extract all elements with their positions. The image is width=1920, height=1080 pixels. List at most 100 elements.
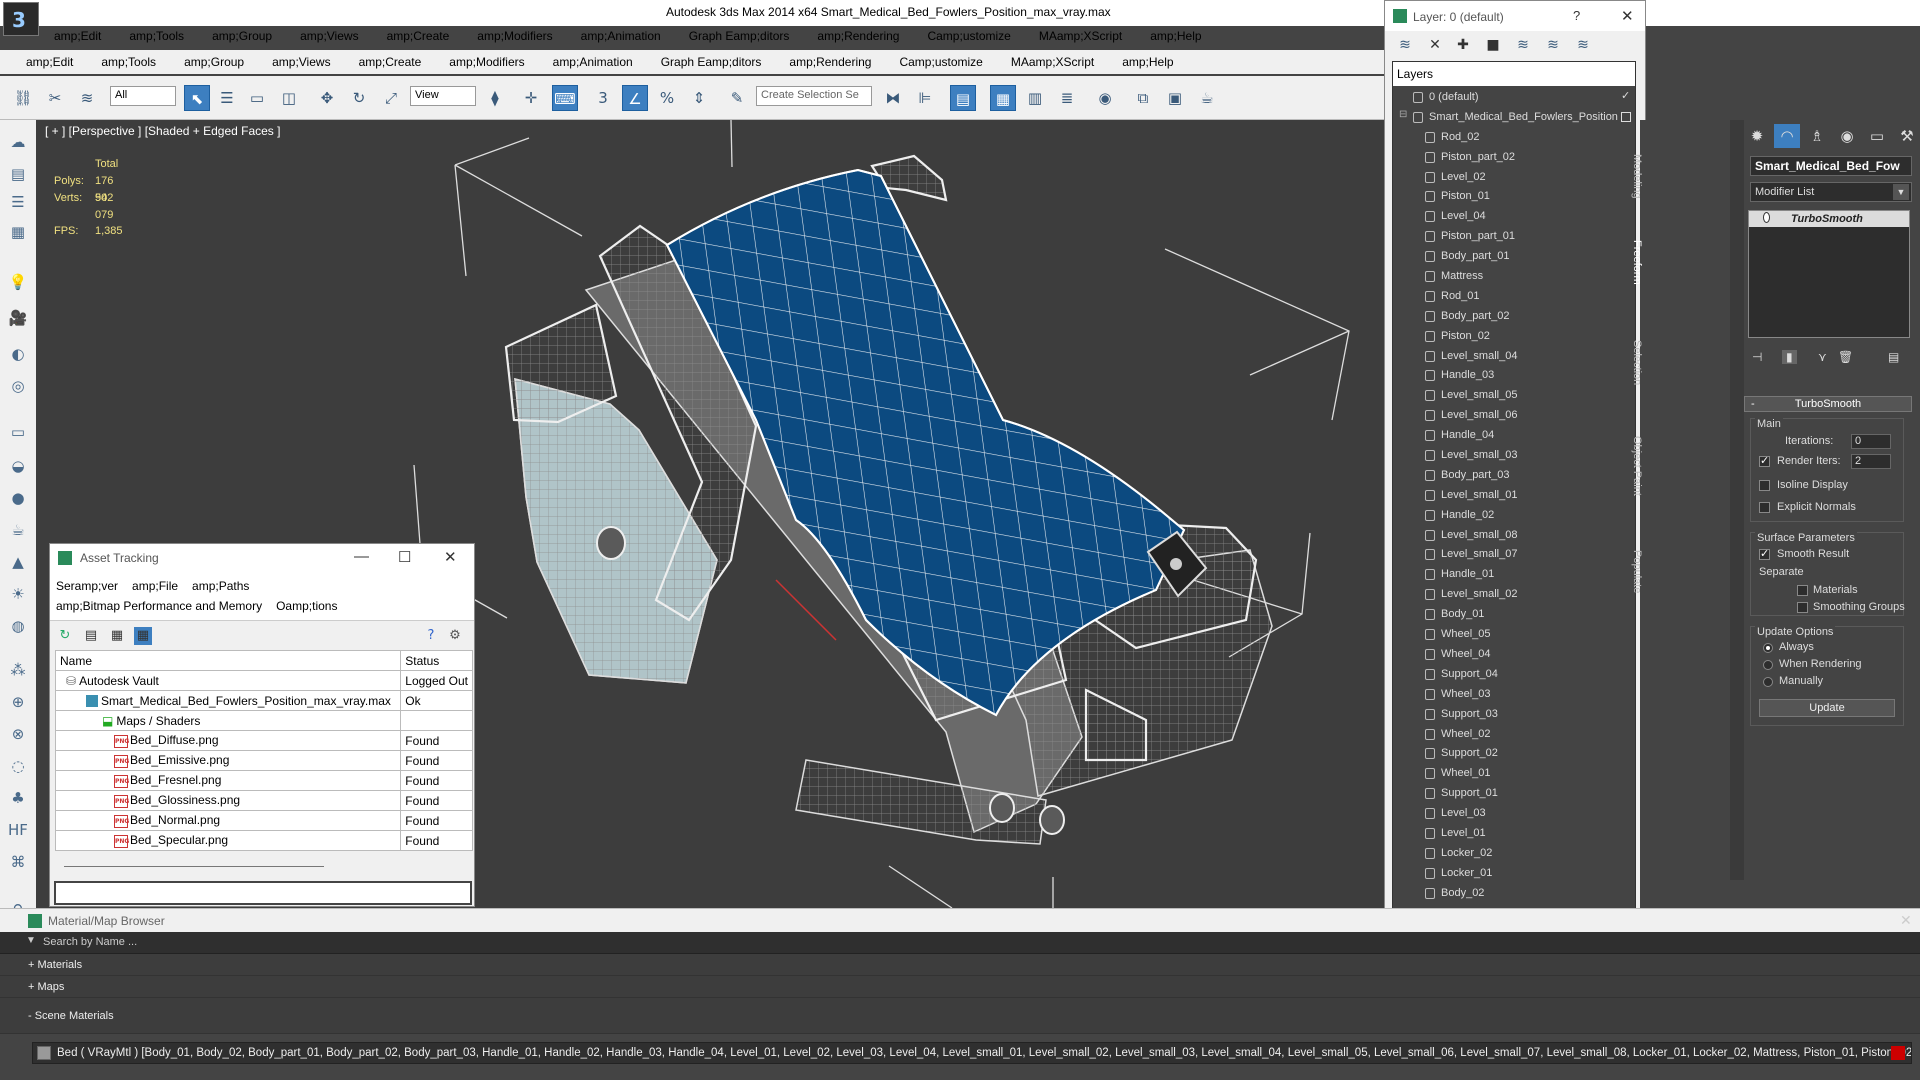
list-icon[interactable]: ☰ xyxy=(5,190,31,214)
percent-snap-icon[interactable]: % xyxy=(654,85,680,111)
asset-menu-item[interactable]: amp;File xyxy=(132,579,178,593)
keyboard-shortcut-override-icon[interactable]: ⌨ xyxy=(552,85,578,111)
configure-sets-icon[interactable]: ▤ xyxy=(1888,350,1899,364)
table-view-icon[interactable]: ▦ xyxy=(134,627,152,645)
layer-object-item[interactable]: Level_small_08 xyxy=(1393,526,1635,546)
teapot-icon[interactable]: ☕ xyxy=(5,518,31,542)
modifier-list-dropdown[interactable]: Modifier List ▼ xyxy=(1750,182,1912,202)
menu-item-4[interactable]: amp;Create xyxy=(373,29,464,43)
layer-object-item[interactable]: Body_part_01 xyxy=(1393,247,1635,267)
layer-object-item[interactable]: Wheel_04 xyxy=(1393,645,1635,665)
hierarchy-tab-icon[interactable]: ♗ xyxy=(1804,124,1830,148)
graphite-modeling-icon[interactable]: ▥ xyxy=(1022,85,1048,111)
table-row[interactable]: Smart_Medical_Bed_Fowlers_Position_max_v… xyxy=(54,690,473,711)
chevron-down-icon[interactable]: ▼ xyxy=(26,935,36,946)
asset-menu-item[interactable]: amp;Bitmap Performance and Memory xyxy=(56,599,262,613)
layer-object-item[interactable]: Handle_02 xyxy=(1393,506,1635,526)
update-when-rendering-radio[interactable] xyxy=(1763,660,1773,670)
collapse-icon[interactable]: ⊟ xyxy=(1399,109,1407,120)
table-row[interactable]: ⬓ Maps / Shaders xyxy=(54,710,473,731)
layer-object-item[interactable]: Level_small_03 xyxy=(1393,446,1635,466)
table-row[interactable]: PNGBed_Fresnel.png Found xyxy=(54,770,473,791)
layer-object-item[interactable]: Level_small_04 xyxy=(1393,347,1635,367)
tab-object-paint[interactable]: Object Paint xyxy=(1631,436,1643,496)
layer-object-item[interactable]: Level_04 xyxy=(1393,207,1635,227)
menu-item-9[interactable]: Camp;ustomize xyxy=(913,29,1024,43)
remove-modifier-icon[interactable]: 🗑 xyxy=(1838,350,1853,364)
bind-space-warp-icon[interactable]: ≋ xyxy=(74,85,100,111)
link-icon[interactable]: ⛓ xyxy=(10,85,36,111)
freeze-all-icon[interactable]: ≋ xyxy=(1573,37,1593,55)
layer-object-item[interactable]: Support_04 xyxy=(1393,665,1635,685)
update-button[interactable]: Update xyxy=(1759,699,1895,717)
layer-object-item[interactable]: Piston_part_01 xyxy=(1393,227,1635,247)
add-to-layer-icon[interactable]: ✚ xyxy=(1453,37,1473,55)
scene-materials-section[interactable]: - Scene Materials xyxy=(0,998,1920,1034)
menu-item-10[interactable]: MAamp;XScript xyxy=(997,55,1108,69)
create-tab-icon[interactable]: ✹ xyxy=(1744,124,1770,148)
pin-stack-icon[interactable]: ⊣ xyxy=(1752,350,1762,364)
modeling-tool-icon[interactable]: ☁ xyxy=(5,130,31,154)
select-rotate-icon[interactable]: ↻ xyxy=(346,85,372,111)
create-layer-icon[interactable]: ≋ xyxy=(1395,37,1415,55)
spinner-snap-icon[interactable]: ⇕ xyxy=(686,85,712,111)
menu-item-2[interactable]: amp;Group xyxy=(170,55,258,69)
layer-scene[interactable]: Smart_Medical_Bed_Fowlers_Position ⊟ xyxy=(1393,108,1635,128)
curve-editor-icon[interactable]: ≣ xyxy=(1054,85,1080,111)
layer-object-item[interactable]: Locker_01 xyxy=(1393,864,1635,884)
display-tab-icon[interactable]: ▭ xyxy=(1864,124,1890,148)
plane-icon[interactable]: ▭ xyxy=(5,420,31,444)
table-row[interactable]: ⛁ Autodesk Vault Logged Out xyxy=(54,670,473,691)
select-object-icon[interactable]: ⬉ xyxy=(184,85,210,111)
explicit-normals-checkbox[interactable] xyxy=(1759,502,1770,513)
lightbulb-icon[interactable] xyxy=(1763,212,1770,223)
asset-menu-item[interactable]: Oamp;tions xyxy=(276,599,337,613)
tab-populate[interactable]: Populate xyxy=(1631,550,1643,593)
table-row[interactable]: PNGBed_Emissive.png Found xyxy=(54,750,473,771)
object-name-field[interactable]: Smart_Medical_Bed_Fow xyxy=(1750,156,1912,176)
align-icon[interactable]: ⊫ xyxy=(912,85,938,111)
named-selection-set-input[interactable]: Create Selection Se xyxy=(756,86,872,106)
asset-menu-item[interactable]: amp;Paths xyxy=(192,579,249,593)
layer-object-item[interactable]: Locker_02 xyxy=(1393,844,1635,864)
table-row[interactable]: PNGBed_Normal.png Found xyxy=(54,810,473,831)
highlight-layer-icon[interactable]: ≋ xyxy=(1513,37,1533,55)
render-setup-icon[interactable]: ⧉ xyxy=(1130,85,1156,111)
rectangular-selection-icon[interactable]: ▭ xyxy=(244,85,270,111)
layer-object-item[interactable]: Body_part_03 xyxy=(1393,466,1635,486)
menu-item-9[interactable]: Camp;ustomize xyxy=(885,55,996,69)
layer-object-item[interactable]: Level_small_07 xyxy=(1393,545,1635,565)
cloth-icon[interactable]: ⌘ xyxy=(5,850,31,874)
torus-icon[interactable]: ◍ xyxy=(5,614,31,638)
material-search-bar[interactable]: ▼ Search by Name ... xyxy=(0,932,1920,954)
layer-object-item[interactable]: Piston_01 xyxy=(1393,187,1635,207)
layer-object-item[interactable]: Rod_01 xyxy=(1393,287,1635,307)
layer-object-item[interactable]: Level_small_02 xyxy=(1393,585,1635,605)
layer-default[interactable]: 0 (default) ✓ xyxy=(1393,88,1635,108)
mirror-icon[interactable]: ⧓ xyxy=(880,85,906,111)
stack-item-turbosmooth[interactable]: TurboSmooth xyxy=(1749,211,1909,227)
camera-icon[interactable]: 🎥 xyxy=(5,306,31,330)
layer-object-item[interactable]: Wheel_01 xyxy=(1393,764,1635,784)
layer-manager-icon[interactable]: ▦ xyxy=(990,85,1016,111)
tab-modeling[interactable]: Modeling xyxy=(1631,154,1643,199)
layer-object-item[interactable]: Handle_01 xyxy=(1393,565,1635,585)
list-view-icon[interactable]: ▤ xyxy=(82,627,100,645)
menu-item-7[interactable]: Graph Eamp;ditors xyxy=(647,55,776,69)
menu-item-0[interactable]: amp;Edit xyxy=(40,29,115,43)
edit-named-selection-icon[interactable]: ✎ xyxy=(724,85,750,111)
rendered-frame-window-icon[interactable]: ▣ xyxy=(1162,85,1188,111)
cone-icon[interactable]: ▲ xyxy=(5,550,31,574)
column-status-header[interactable]: Status xyxy=(400,650,473,671)
select-scale-icon[interactable]: ⤢ xyxy=(378,85,404,111)
layer-object-item[interactable]: Piston_part_02 xyxy=(1393,148,1635,168)
maximize-icon[interactable]: ☐ xyxy=(398,548,411,566)
menu-item-1[interactable]: amp;Tools xyxy=(115,29,198,43)
asset-path-input[interactable] xyxy=(54,881,472,905)
layer-object-item[interactable]: Body_part_02 xyxy=(1393,307,1635,327)
magnet-icon[interactable]: ⊕ xyxy=(5,690,31,714)
menu-item-4[interactable]: amp;Create xyxy=(345,55,436,69)
settings-icon[interactable]: ⚙ xyxy=(446,627,464,645)
render-iters-spinner[interactable]: 2 xyxy=(1851,454,1891,469)
layer-object-item[interactable]: Level_03 xyxy=(1393,804,1635,824)
